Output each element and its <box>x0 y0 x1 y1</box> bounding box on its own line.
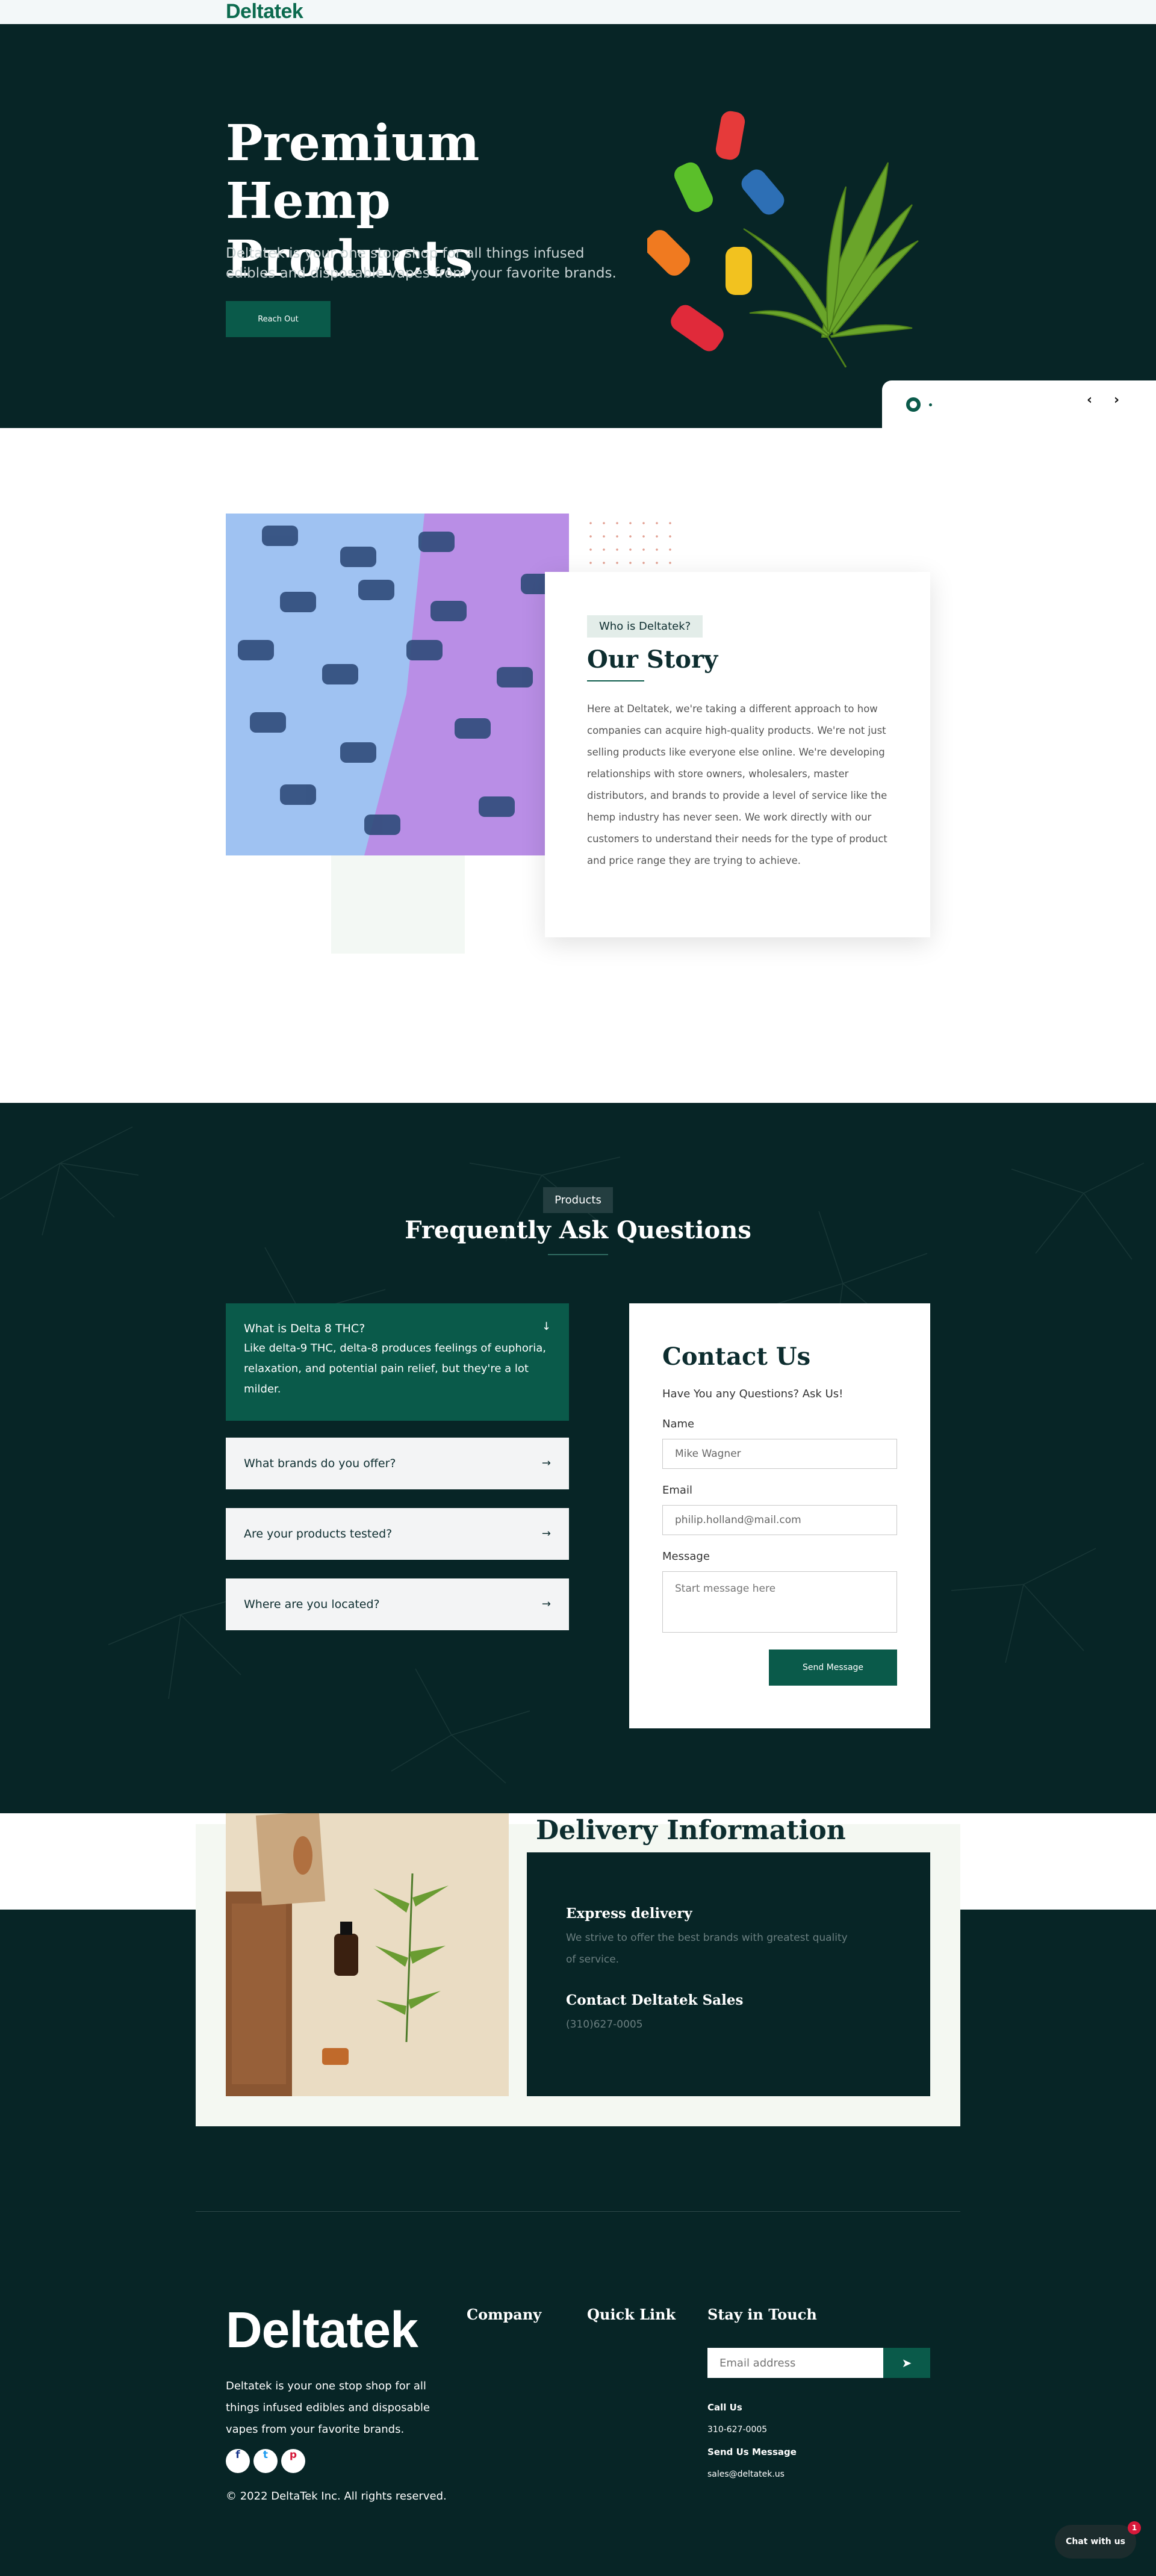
email-field[interactable] <box>662 1505 897 1535</box>
sales-title: Contact Deltatek Sales <box>566 1992 744 2008</box>
contact-title: Contact Us <box>662 1342 811 1371</box>
arrow-right-icon: → <box>541 1457 551 1470</box>
gummies-image <box>226 514 569 855</box>
call-label: Call Us <box>707 2402 742 2413</box>
arrow-right-icon: → <box>541 1527 551 1540</box>
contact-subtitle: Have You any Questions? Ask Us! <box>662 1388 844 1400</box>
arrow-right-icon: → <box>541 1598 551 1610</box>
message-label: Send Us Message <box>707 2447 797 2457</box>
faq-answer: Like delta-9 THC, delta-8 produces feeli… <box>244 1342 546 1395</box>
send-icon[interactable]: ➤ <box>883 2348 930 2378</box>
story-card: Who is Deltatek? Our Story Here at Delta… <box>545 572 930 937</box>
message-label: Message <box>662 1550 710 1563</box>
twitter-icon[interactable]: t <box>253 2449 278 2473</box>
top-header: Deltatek <box>0 0 1156 24</box>
arrow-down-icon: ↓ <box>541 1320 551 1333</box>
pinterest-icon[interactable]: p <box>281 2449 305 2473</box>
chat-badge: 1 <box>1128 2521 1141 2534</box>
prev-arrow-icon[interactable]: ‹ <box>1087 391 1092 409</box>
faq-question: What brands do you offer? <box>244 1457 396 1470</box>
hemp-leaf-gummies-image <box>647 111 919 368</box>
faq-item[interactable]: Are your products tested? → <box>226 1508 569 1560</box>
express-text: We strive to offer the best brands with … <box>566 1932 848 1966</box>
delivery-title: Delivery Information <box>536 1815 846 1846</box>
delivery-card: Express delivery We strive to offer the … <box>527 1852 930 2096</box>
contact-form: Contact Us Have You any Questions? Ask U… <box>629 1303 930 1728</box>
footer-description: Deltatek is your one stop shop for all t… <box>226 2380 430 2436</box>
footer-divider <box>196 2211 960 2212</box>
email-label: Email <box>662 1484 692 1497</box>
sales-phone[interactable]: (310)627-0005 <box>566 2014 849 2035</box>
hero-section: Premium Hemp Products Deltatek is your o… <box>0 24 1156 428</box>
faq-underline <box>548 1254 608 1255</box>
title-underline <box>587 680 644 681</box>
story-body: Here at Deltatek, we're taking a differe… <box>587 703 887 866</box>
faq-item-open[interactable]: What is Delta 8 THC? Like delta-9 THC, d… <box>226 1303 569 1421</box>
footer-logo[interactable]: Deltatek <box>226 2300 418 2360</box>
call-value[interactable]: 310-627-0005 <box>707 2425 767 2435</box>
faq-item[interactable]: What brands do you offer? → <box>226 1438 569 1489</box>
company-heading: Company <box>467 2306 542 2323</box>
faq-question: Are your products tested? <box>244 1527 393 1541</box>
hero-subtitle: Deltatek is your one stop shop for all t… <box>226 246 617 281</box>
copyright: © 2022 DeltaTek Inc. All rights reserved… <box>226 2490 447 2503</box>
faq-question: What is Delta 8 THC? <box>244 1322 365 1335</box>
name-label: Name <box>662 1418 695 1430</box>
dots-decor <box>584 517 680 571</box>
story-title: Our Story <box>587 645 718 674</box>
faq-item[interactable]: Where are you located? → <box>226 1578 569 1630</box>
name-field[interactable] <box>662 1439 897 1469</box>
faq-question: Where are you located? <box>244 1598 380 1611</box>
brand-logo[interactable]: Deltatek <box>226 0 303 23</box>
reach-out-button[interactable]: Reach Out <box>226 301 331 337</box>
next-arrow-icon[interactable]: › <box>1114 391 1119 409</box>
quick-link-heading: Quick Link <box>587 2306 676 2323</box>
send-message-button[interactable]: Send Message <box>769 1650 897 1686</box>
facebook-icon[interactable]: f <box>226 2449 250 2473</box>
story-tag: Who is Deltatek? <box>587 615 703 638</box>
express-title: Express delivery <box>566 1905 692 1922</box>
cbd-oil-image <box>226 1813 509 2096</box>
faq-title: Frequently Ask Questions <box>405 1216 751 1244</box>
message-email[interactable]: sales@deltatek.us <box>707 2469 785 2479</box>
slide-dot-active[interactable] <box>906 397 921 412</box>
stay-in-touch-heading: Stay in Touch <box>707 2306 817 2323</box>
faq-tag: Products <box>543 1187 613 1213</box>
slide-dot[interactable] <box>929 403 932 406</box>
carousel-controls: ‹ › <box>882 380 1156 428</box>
message-field[interactable] <box>662 1571 897 1633</box>
decor-box <box>331 855 465 954</box>
newsletter-email-input[interactable] <box>707 2348 883 2378</box>
chat-button[interactable]: Chat with us <box>1055 2525 1136 2559</box>
